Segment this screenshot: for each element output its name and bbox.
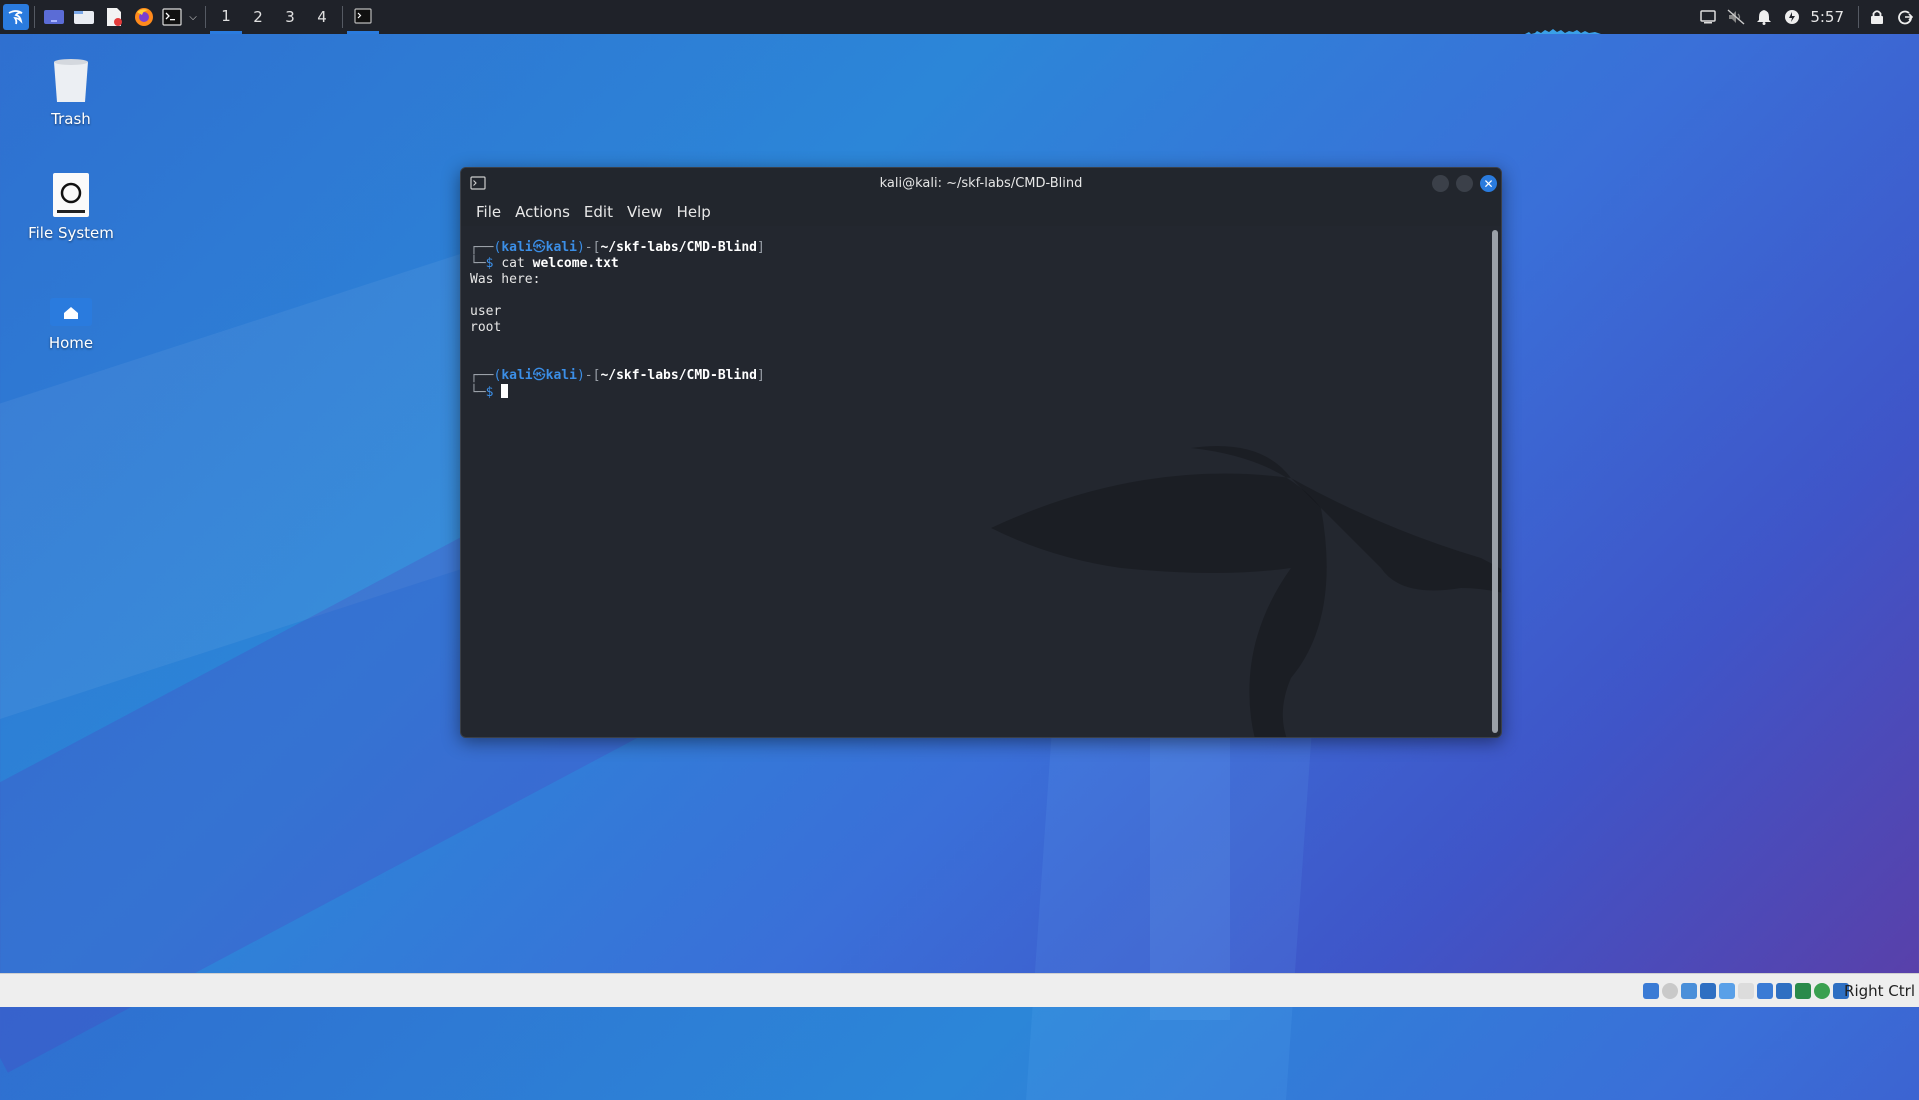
window-title: kali@kali: ~/skf-labs/CMD-Blind [879,176,1083,191]
host-key-label: Right Ctrl [1844,982,1915,1000]
close-button[interactable]: ✕ [1480,175,1497,192]
volume-button[interactable] [1722,0,1750,34]
minimize-button[interactable] [1432,175,1449,192]
taskbar-terminal-window-button[interactable] [347,0,379,34]
menu-actions[interactable]: Actions [508,203,577,221]
top-panel: ⌵ 1 2 3 4 5:57 [0,0,1919,34]
volume-muted-icon [1727,9,1745,25]
terminal-scrollbar[interactable] [1492,230,1498,733]
mouse-integration-icon[interactable] [1814,983,1830,999]
recording-icon[interactable] [1776,983,1792,999]
terminal-menubar: File Actions Edit View Help [461,198,1501,226]
menu-file[interactable]: File [469,203,508,221]
folder-icon [74,11,94,24]
maximize-button[interactable] [1456,175,1473,192]
kali-menu-button[interactable] [0,0,30,34]
panel-separator [205,6,206,28]
show-desktop-button[interactable] [39,0,69,34]
launcher-dropdown-button[interactable]: ⌵ [185,0,201,34]
panel-separator [34,6,35,28]
panel-separator [342,6,343,28]
cpu-icon[interactable] [1795,983,1811,999]
file-manager-button[interactable] [69,0,99,34]
text-editor-button[interactable] [99,0,129,34]
desktop-icon-file-system[interactable]: File System [16,172,126,242]
menu-help[interactable]: Help [670,203,718,221]
terminal-window[interactable]: kali@kali: ~/skf-labs/CMD-Blind ✕ File A… [460,167,1502,738]
prompt-line-2: ┌──(kali㉿kali)-[~/skf-labs/CMD-Blind] [470,368,765,383]
kali-dragon-icon [3,4,29,30]
power-status-icon [1785,10,1800,24]
bell-icon [1757,10,1772,25]
hard-disk-icon[interactable] [1643,983,1659,999]
network-icon[interactable] [1700,983,1716,999]
clock[interactable]: 5:57 [1810,8,1844,26]
text-cursor [501,384,509,398]
optical-drive-icon[interactable] [1662,983,1678,999]
vm-status-bar: Right Ctrl [0,973,1919,1007]
workspace-1-button[interactable]: 1 [210,0,242,34]
prompt-line-1: ┌──(kali㉿kali)-[~/skf-labs/CMD-Blind] [470,240,765,255]
close-icon: ✕ [1483,176,1494,191]
workspace-4-button[interactable]: 4 [306,0,338,34]
terminal-icon [162,8,182,26]
chevron-down-icon: ⌵ [189,11,197,23]
command-line-1: └─$ cat welcome.txt [470,256,619,271]
notifications-button[interactable] [1750,0,1778,34]
desktop-icon [44,10,64,24]
audio-icon[interactable] [1681,983,1697,999]
logout-button[interactable] [1891,0,1919,34]
display-button[interactable] [1694,0,1722,34]
power-manager-button[interactable] [1778,0,1806,34]
text-editor-icon [107,8,122,26]
display-icon[interactable] [1757,983,1773,999]
trash-icon [54,59,88,102]
desktop-light-ray [1026,700,1314,1100]
home-folder-icon [50,298,92,326]
terminal-titlebar[interactable]: kali@kali: ~/skf-labs/CMD-Blind ✕ [461,168,1501,198]
menu-view[interactable]: View [620,203,670,221]
workspace-3-button[interactable]: 3 [274,0,306,34]
workspace-2-button[interactable]: 2 [242,0,274,34]
desktop-icon-trash[interactable]: Trash [16,58,126,128]
terminal-launcher-button[interactable] [159,0,185,34]
command-line-2: └─$ [470,384,1480,401]
hard-drive-icon [53,173,89,217]
firefox-icon [135,8,153,26]
shared-folders-icon[interactable] [1738,983,1754,999]
menu-edit[interactable]: Edit [577,203,620,221]
usb-icon[interactable] [1719,983,1735,999]
monitor-icon [1700,10,1717,24]
logout-icon [1898,10,1913,25]
terminal-output[interactable]: ┌──(kali㉿kali)-[~/skf-labs/CMD-Blind] └─$… [461,226,1489,737]
output-line: root [470,320,502,335]
system-tray: 5:57 [1694,0,1919,34]
lock-screen-button[interactable] [1863,0,1891,34]
desktop-icon-label: Home [48,334,94,352]
terminal-icon [354,7,372,24]
panel-separator [1858,6,1859,28]
vm-device-icons [1643,983,1849,999]
desktop-icon-label: File System [28,224,114,242]
firefox-button[interactable] [129,0,159,34]
network-activity-graph [1525,29,1617,34]
output-line: ​ [470,288,1480,304]
lock-icon [1871,10,1883,24]
desktop-icon-home[interactable]: Home [16,296,126,352]
output-line: Was here: [470,272,541,287]
output-line: user [470,304,502,319]
desktop-icon-label: Trash [51,110,91,128]
